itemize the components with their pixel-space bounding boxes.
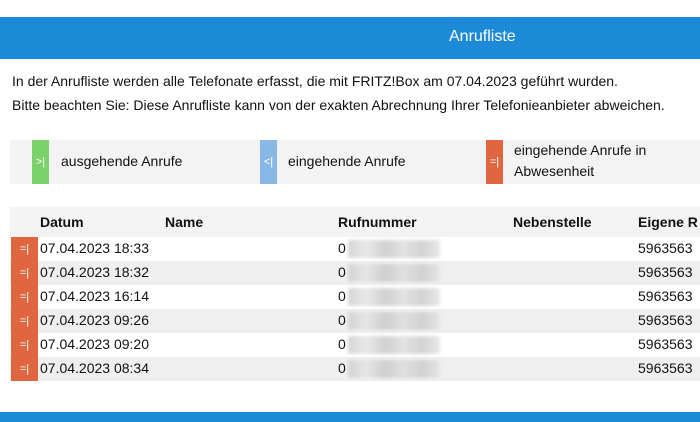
table-row[interactable]: =| 07.04.2023 18:32 0 5963563 [10, 261, 700, 285]
table-row[interactable]: =| 07.04.2023 09:20 0 5963563 [10, 333, 700, 357]
own-number: 5963563 [638, 336, 693, 352]
missed-call-icon: =| [11, 309, 38, 333]
missed-call-icon: =| [11, 285, 38, 309]
column-header-own-number[interactable]: Eigene R [638, 214, 698, 230]
missed-call-icon: =| [486, 140, 503, 184]
call-date: 07.04.2023 16:14 [40, 288, 149, 304]
intro-text-line-1: In der Anrufliste werden alle Telefonate… [12, 73, 618, 89]
header-bar: Anrufliste [0, 17, 700, 59]
incoming-call-icon: <| [260, 140, 277, 184]
own-number: 5963563 [638, 264, 693, 280]
call-table-header: Datum Name Rufnummer Nebenstelle Eigene … [10, 207, 700, 237]
call-number: 0 [338, 288, 346, 304]
column-header-number[interactable]: Rufnummer [338, 214, 417, 230]
call-date: 07.04.2023 08:34 [40, 360, 149, 376]
redacted-number [348, 288, 440, 306]
call-date: 07.04.2023 09:26 [40, 312, 149, 328]
intro-text-line-2: Bitte beachten Sie: Diese Anrufliste kan… [12, 97, 665, 113]
outgoing-call-icon: >| [32, 140, 49, 184]
column-header-name[interactable]: Name [165, 214, 203, 230]
legend-outgoing-label: ausgehende Anrufe [61, 153, 183, 169]
redacted-number [348, 264, 440, 282]
call-number: 0 [338, 240, 346, 256]
missed-call-icon: =| [11, 333, 38, 357]
call-number: 0 [338, 360, 346, 376]
own-number: 5963563 [638, 360, 693, 376]
missed-call-icon: =| [11, 357, 38, 381]
page-title: Anrufliste [449, 28, 516, 45]
column-header-extension[interactable]: Nebenstelle [513, 214, 592, 230]
column-header-date[interactable]: Datum [40, 214, 84, 230]
call-list: =| 07.04.2023 18:33 0 5963563 =| 07.04.2… [10, 237, 700, 381]
own-number: 5963563 [638, 288, 693, 304]
legend-incoming-label: eingehende Anrufe [288, 153, 406, 169]
missed-call-icon: =| [11, 261, 38, 285]
own-number: 5963563 [638, 312, 693, 328]
redacted-number [348, 336, 440, 354]
call-number: 0 [338, 336, 346, 352]
redacted-number [348, 312, 440, 330]
footer-bar [0, 412, 700, 422]
table-row[interactable]: =| 07.04.2023 18:33 0 5963563 [10, 237, 700, 261]
call-date: 07.04.2023 18:32 [40, 264, 149, 280]
redacted-number [348, 240, 440, 258]
legend-missed-label-line-1: eingehende Anrufe in [514, 142, 647, 158]
redacted-number [348, 360, 440, 378]
table-row[interactable]: =| 07.04.2023 16:14 0 5963563 [10, 285, 700, 309]
table-row[interactable]: =| 07.04.2023 09:26 0 5963563 [10, 309, 700, 333]
call-date: 07.04.2023 09:20 [40, 336, 149, 352]
call-type-legend: >| ausgehende Anrufe <| eingehende Anruf… [10, 140, 700, 184]
call-number: 0 [338, 264, 346, 280]
call-date: 07.04.2023 18:33 [40, 240, 149, 256]
call-number: 0 [338, 312, 346, 328]
own-number: 5963563 [638, 240, 693, 256]
missed-call-icon: =| [11, 237, 38, 261]
table-row[interactable]: =| 07.04.2023 08:34 0 5963563 [10, 357, 700, 381]
legend-missed-label-line-2: Abwesenheit [514, 163, 595, 179]
